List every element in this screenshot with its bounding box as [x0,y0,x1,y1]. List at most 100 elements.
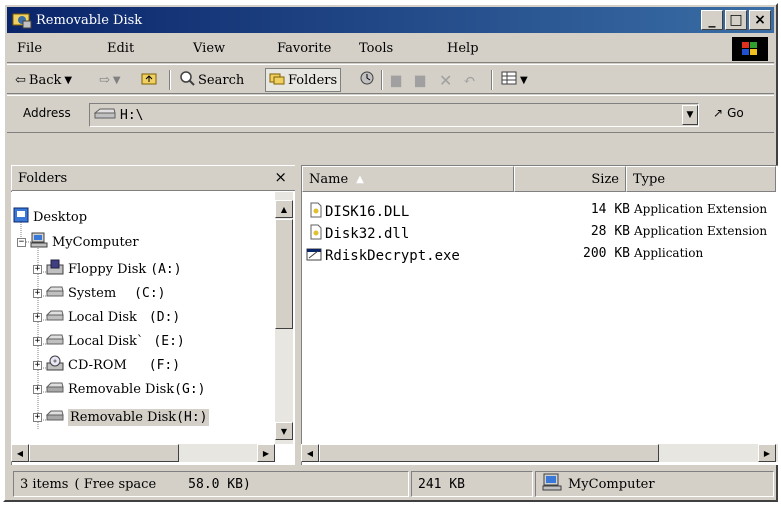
tree-item-mycomputer[interactable]: − MyComputer [17,231,139,253]
close-folders-pane-button[interactable]: × [274,168,287,186]
file-name: DISK16.DLL [325,204,410,220]
copy-to-button[interactable]: ▆ [415,70,425,90]
folders-button[interactable]: Folders [265,68,342,92]
file-type: Application Extension [634,224,768,238]
up-folder-button[interactable] [141,70,157,90]
dll-icon [310,224,322,244]
chevron-down-icon: ▼ [112,74,121,86]
scroll-right-button[interactable]: ▶ [257,444,275,462]
scroll-up-button[interactable]: ▲ [275,200,293,218]
tree-label: Removable Disk [70,409,177,425]
drive-letter: (F:) [148,357,181,373]
tree-label: Removable Disk [68,381,175,397]
scroll-thumb[interactable] [29,444,179,462]
views-grid-icon [501,71,517,89]
scroll-thumb[interactable] [275,219,293,329]
tree-item-local-d[interactable]: + Local Disk (D:) [33,306,180,328]
history-button[interactable] [359,70,375,90]
menu-favorite[interactable]: Favorite [277,41,331,56]
drive-letter: (D:) [148,309,181,325]
scroll-down-button[interactable]: ▼ [275,422,293,440]
windows-logo-icon [732,37,768,61]
scroll-right-button[interactable]: ▶ [758,444,776,462]
collapse-toggle[interactable]: − [17,237,26,247]
back-button[interactable]: ⇦ Back ▼ [15,70,72,90]
views-button[interactable]: ▼ [501,70,528,90]
scroll-left-button[interactable]: ◀ [11,444,29,462]
column-header-name[interactable]: Name ▲ [302,166,514,192]
expand-toggle[interactable]: + [33,336,42,346]
tree-label: Desktop [33,209,88,225]
file-row[interactable]: Disk32.dll 28 KB Application Extension [302,222,778,244]
explorer-window: Removable Disk _ □ × File Edit View Favo… [3,3,778,502]
tree-item-cdrom-f[interactable]: + CD-ROM (F:) [33,354,180,376]
menu-view[interactable]: View [193,41,225,56]
scroll-thumb[interactable] [319,444,659,462]
tree-item-system-c[interactable]: + System (C:) [33,282,165,304]
minimize-button[interactable]: _ [701,10,723,30]
column-header-size[interactable]: Size [514,166,626,192]
files-horizontal-scrollbar[interactable]: ◀ ▶ [301,444,778,462]
up-folder-icon [141,71,157,89]
expand-toggle[interactable]: + [33,312,42,322]
location-label: MyComputer [568,476,655,492]
hard-drive-icon [45,333,64,349]
file-name-cell: DISK16.DLL [310,202,409,222]
move-to-button[interactable]: ▆ [391,70,401,90]
undo-button[interactable]: ↶ [463,70,476,90]
menu-tools[interactable]: Tools [359,41,393,56]
hard-drive-icon [45,285,64,301]
address-dropdown-button[interactable]: ▼ [682,105,698,125]
column-label: Type [633,171,666,187]
folders-pane-title: Folders [18,171,68,186]
folders-label: Folders [288,72,338,88]
maximize-button[interactable]: □ [725,10,747,30]
expand-toggle[interactable]: + [33,288,42,298]
column-label: Size [591,171,619,187]
desktop-icon [13,207,29,227]
tree-item-desktop[interactable]: Desktop [13,206,87,228]
drive-letter: (E:) [153,333,185,349]
exe-icon [306,246,322,266]
file-type: Application [634,246,704,260]
menu-help[interactable]: Help [447,41,479,56]
tree-item-local-e[interactable]: + Local Disk` (E:) [33,330,185,352]
chevron-down-icon[interactable]: ▼ [64,75,72,86]
window-title: Removable Disk [36,12,143,28]
drive-letter: (G:) [174,381,206,397]
menu-file[interactable]: File [17,41,42,56]
undo-icon: ↶ [463,71,476,89]
address-bar: Address H:\ ▼ ↗ Go [7,95,774,133]
drive-letter: (H:) [176,409,208,425]
tree-item-floppy-a[interactable]: + Floppy Disk (A:) [33,258,182,280]
computer-icon [30,232,48,252]
file-size: 200 KB [583,246,630,261]
search-icon [179,70,195,90]
expand-toggle[interactable]: + [33,384,42,394]
tree-item-removable-g[interactable]: + Removable Disk (G:) [33,378,205,400]
chevron-down-icon: ▼ [520,74,528,86]
tree-item-removable-h[interactable]: + Removable Disk (H:) [33,406,210,428]
address-input[interactable]: H:\ [89,103,699,127]
title-bar[interactable]: Removable Disk _ □ × [7,7,774,33]
folders-vertical-scrollbar[interactable]: ▲ ▼ [275,192,293,444]
forward-button[interactable]: ⇨ ▼ [99,70,121,90]
delete-button[interactable]: ✕ [439,70,452,90]
expand-toggle[interactable]: + [33,264,42,274]
folders-horizontal-scrollbar[interactable]: ◀ ▶ [11,444,275,462]
search-button[interactable]: Search [179,70,244,90]
toolbar: ⇦ Back ▼ ⇨ ▼ Search Folders ▆ ▆ ✕ ↶ ▼ [7,64,774,94]
go-button[interactable]: ↗ Go [713,106,744,120]
expand-toggle[interactable]: + [33,412,42,422]
removable-disk-icon [12,11,32,29]
scroll-left-button[interactable]: ◀ [301,444,319,462]
close-button[interactable]: × [749,10,771,30]
file-row[interactable]: RdiskDecrypt.exe 200 KB Application [302,244,778,266]
sort-ascending-icon: ▲ [356,173,364,185]
expand-toggle[interactable]: + [33,360,42,370]
column-header-type[interactable]: Type [626,166,776,192]
menu-edit[interactable]: Edit [107,41,134,56]
tree-label: CD-ROM [68,357,127,373]
go-arrow-icon: ↗ [713,106,724,120]
file-row[interactable]: DISK16.DLL 14 KB Application Extension [302,200,778,222]
